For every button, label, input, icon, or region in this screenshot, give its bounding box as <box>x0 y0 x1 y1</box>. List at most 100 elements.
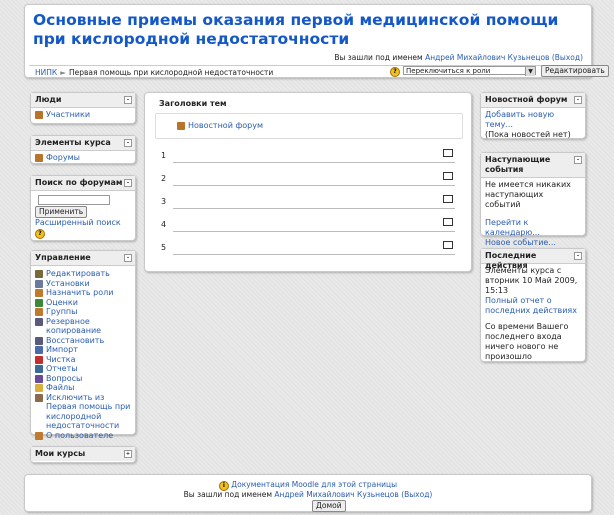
topic-section: 4 <box>161 214 455 232</box>
collapse-icon[interactable]: – <box>574 96 582 104</box>
full-report-link[interactable]: Полный отчет о последних действиях <box>485 296 577 315</box>
user-link[interactable]: Андрей Михайлович Кузьнецов <box>425 53 549 62</box>
admin-label[interactable]: Редактировать <box>46 269 110 279</box>
block-people: Люди – Участники <box>30 92 136 124</box>
help-icon[interactable]: ? <box>390 67 400 77</box>
admin-item-files[interactable]: Файлы <box>35 383 131 393</box>
search-input[interactable] <box>38 195 110 205</box>
no-news-text: (Пока новостей нет) <box>485 130 571 139</box>
admin-label[interactable]: Вопросы <box>46 374 82 384</box>
topic-section: 5 <box>161 237 455 255</box>
breadcrumb-current: Первая помощь при кислородной недостаточ… <box>69 68 274 77</box>
grades-icon <box>35 298 43 307</box>
admin-label[interactable]: Оценки <box>46 298 78 308</box>
topic-number: 2 <box>161 174 167 183</box>
topic-show-only-icon[interactable] <box>443 218 453 226</box>
topic-number: 1 <box>161 151 167 160</box>
chevron-down-icon[interactable]: ▼ <box>525 67 535 76</box>
breadcrumb-separator: ► <box>60 68 66 77</box>
unenrol-icon <box>35 393 43 402</box>
edit-button[interactable]: Редактировать <box>541 65 609 77</box>
admin-item-backup[interactable]: Резервное копирование <box>35 317 131 336</box>
user-link[interactable]: Андрей Михайлович Кузьнецов <box>274 490 398 499</box>
block-people-label: Люди <box>35 95 62 104</box>
admin-label[interactable]: Группы <box>46 307 77 317</box>
admin-label[interactable]: Резервное копирование <box>46 317 131 336</box>
admin-item-questions[interactable]: Вопросы <box>35 374 131 384</box>
calendar-link[interactable]: Перейти к календарю... <box>485 218 540 237</box>
admin-label[interactable]: О пользователе <box>46 431 113 441</box>
login-prefix: Вы зашли под именем <box>183 490 272 499</box>
block-mycourses-title: Мои курсы + <box>31 447 135 461</box>
switch-role-value: Переключиться к роли <box>406 67 491 75</box>
block-search-label: Поиск по форумам <box>35 178 123 187</box>
admin-item-reset[interactable]: Чистка <box>35 355 131 365</box>
admin-label[interactable]: Назначить роли <box>46 288 113 298</box>
topic-show-only-icon[interactable] <box>443 149 453 157</box>
help-icon[interactable]: ? <box>35 229 45 239</box>
search-apply-button[interactable]: Применить <box>35 206 88 218</box>
admin-item-reports[interactable]: Отчеты <box>35 364 131 374</box>
section-0: Новостной форум <box>155 113 463 139</box>
login-info: Вы зашли под именем Андрей Михайлович Ку… <box>334 53 583 62</box>
admin-label[interactable]: Исключить из Первая помощь при кислородн… <box>46 393 131 431</box>
breadcrumb-home[interactable]: НИПК <box>35 68 57 77</box>
logout-link[interactable]: (Выход) <box>401 490 432 499</box>
collapse-icon[interactable]: – <box>124 139 132 147</box>
collapse-icon[interactable]: – <box>574 156 582 164</box>
forums-link[interactable]: Форумы <box>46 153 80 163</box>
topic-show-only-icon[interactable] <box>443 172 453 180</box>
admin-label[interactable]: Установки <box>46 279 90 289</box>
reset-icon <box>35 355 43 364</box>
forums-item[interactable]: Форумы <box>35 153 131 163</box>
users-icon <box>35 111 43 119</box>
profile-icon <box>35 431 43 440</box>
admin-label[interactable]: Импорт <box>46 345 78 355</box>
participants-item[interactable]: Участники <box>35 110 131 120</box>
topic-show-only-icon[interactable] <box>443 241 453 249</box>
topic-number: 4 <box>161 220 167 229</box>
admin-item-roles[interactable]: Назначить роли <box>35 288 131 298</box>
topic-divider <box>173 162 455 163</box>
expand-icon[interactable]: + <box>124 450 132 458</box>
restore-icon <box>35 336 43 345</box>
topic-section: 3 <box>161 191 455 209</box>
settings-icon <box>35 279 43 288</box>
topic-show-only-icon[interactable] <box>443 195 453 203</box>
add-topic-link[interactable]: Добавить новую тему... <box>485 110 554 129</box>
news-forum-item[interactable]: Новостной форум <box>177 121 263 130</box>
collapse-icon[interactable]: – <box>124 96 132 104</box>
admin-item-groups[interactable]: Группы <box>35 307 131 317</box>
topic-number: 5 <box>161 243 167 252</box>
import-icon <box>35 346 43 354</box>
new-event-link[interactable]: Новое событие... <box>485 238 556 247</box>
admin-item-import[interactable]: Импорт <box>35 345 131 355</box>
admin-label[interactable]: Восстановить <box>46 336 104 346</box>
news-forum-link[interactable]: Новостной форум <box>188 121 263 130</box>
topic-divider <box>173 208 455 209</box>
participants-link[interactable]: Участники <box>46 110 90 120</box>
topic-section: 1 <box>161 145 455 163</box>
admin-item-grades[interactable]: Оценки <box>35 298 131 308</box>
admin-item-unenrol[interactable]: Исключить из Первая помощь при кислородн… <box>35 393 131 431</box>
block-upcoming-label: Наступающие события <box>485 155 551 174</box>
collapse-icon[interactable]: – <box>124 179 132 187</box>
admin-label[interactable]: Отчеты <box>46 364 78 374</box>
admin-item-restore[interactable]: Восстановить <box>35 336 131 346</box>
admin-item-edit[interactable]: Редактировать <box>35 269 131 279</box>
advanced-search-link[interactable]: Расширенный поиск <box>35 218 121 227</box>
home-button[interactable]: Домой <box>312 500 346 512</box>
collapse-icon[interactable]: – <box>574 252 582 260</box>
topic-divider <box>173 254 455 255</box>
block-upcoming-title: Наступающие события – <box>481 153 585 178</box>
collapse-icon[interactable]: – <box>124 254 132 262</box>
admin-item-profile[interactable]: О пользователе <box>35 431 131 441</box>
admin-label[interactable]: Файлы <box>46 383 74 393</box>
no-events-text: Не имеется никаких наступающих событий <box>485 180 571 209</box>
admin-label[interactable]: Чистка <box>46 355 75 365</box>
moodle-docs-link[interactable]: Документация Moodle для этой страницы <box>231 480 397 489</box>
admin-item-settings[interactable]: Установки <box>35 279 131 289</box>
logout-link[interactable]: (Выход) <box>552 53 583 62</box>
page-header: Основные приемы оказания первой медицинс… <box>24 4 609 78</box>
switch-role-select[interactable]: Переключиться к роли ▼ <box>403 66 536 76</box>
